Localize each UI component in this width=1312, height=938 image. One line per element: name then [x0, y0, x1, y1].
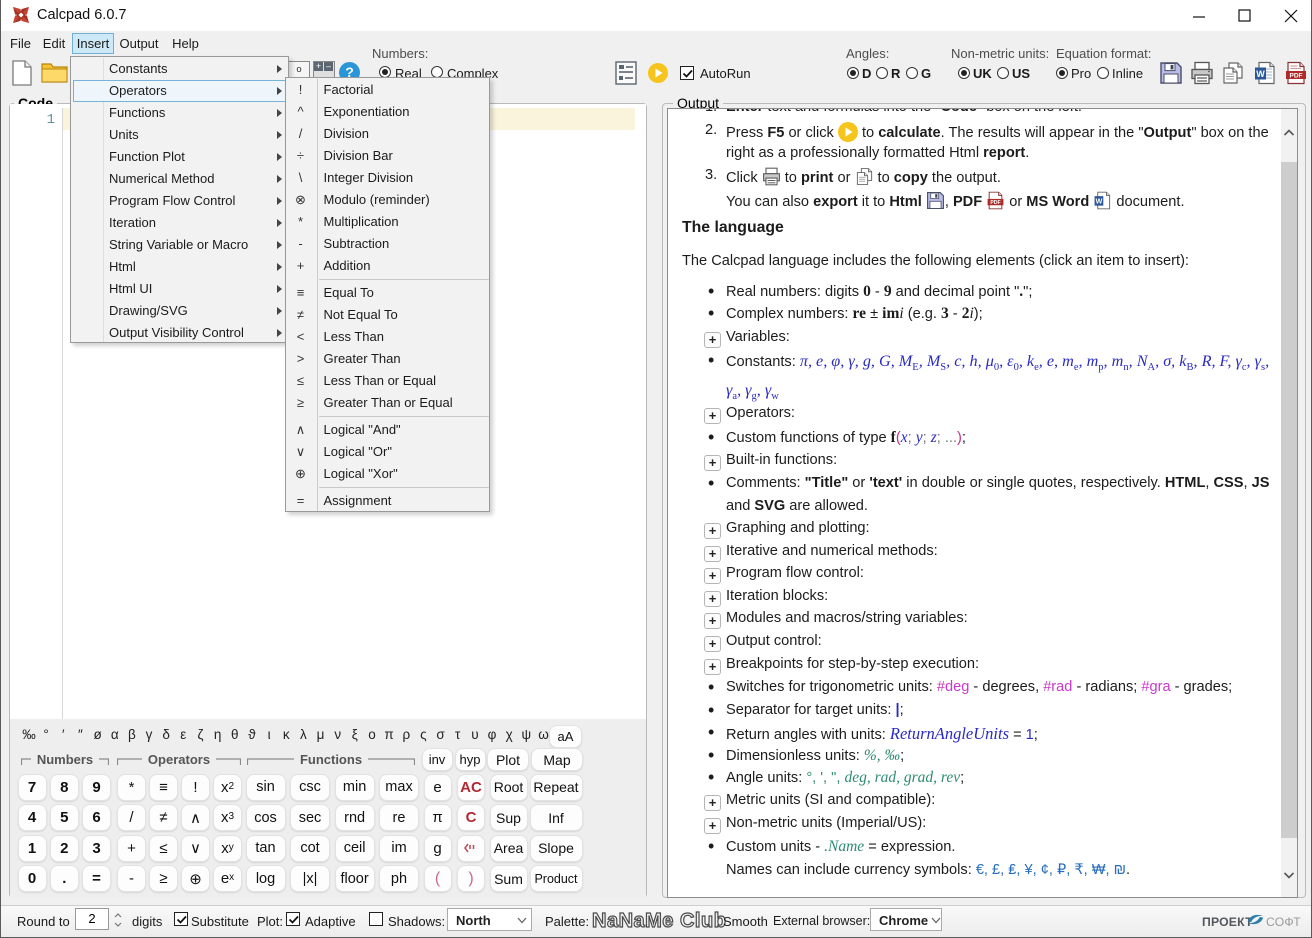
svg-text:PDF: PDF — [991, 199, 1001, 205]
svg-text:PDF: PDF — [1290, 72, 1303, 79]
svg-text:W: W — [1096, 197, 1103, 205]
svg-text:W: W — [1256, 69, 1265, 79]
